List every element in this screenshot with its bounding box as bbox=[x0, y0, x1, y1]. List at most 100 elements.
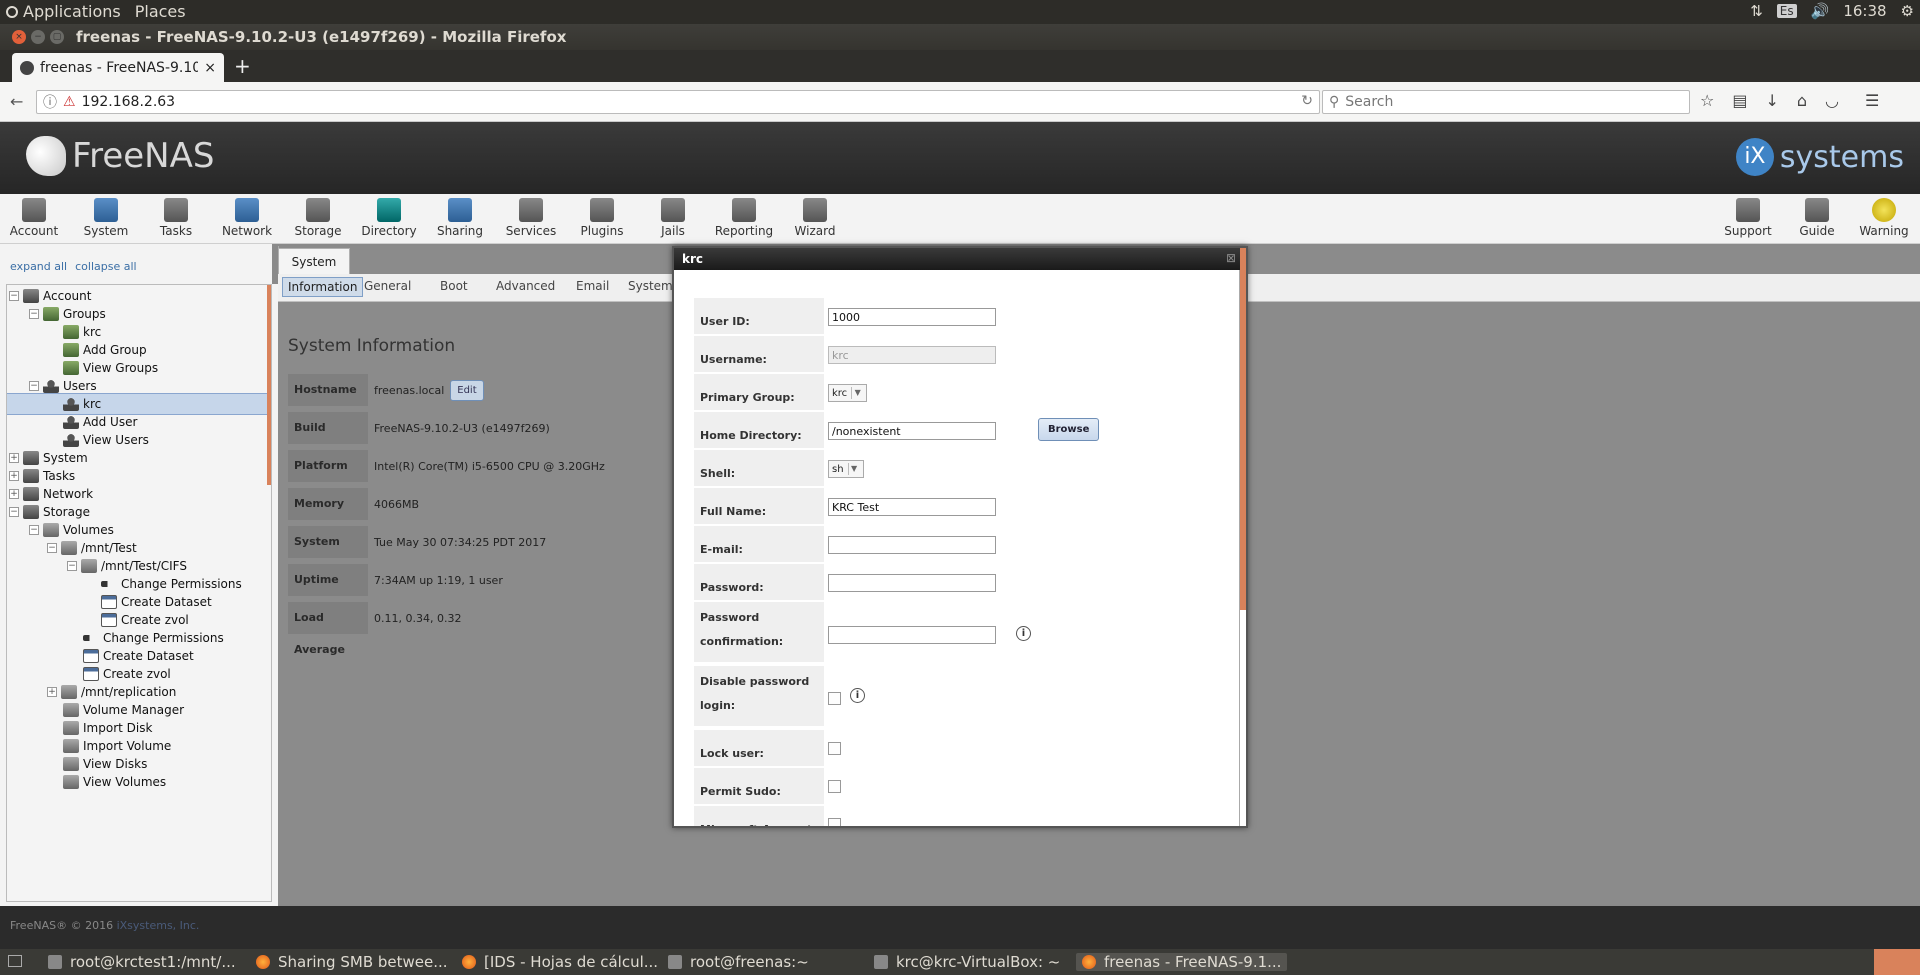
toolbar-services[interactable]: Services bbox=[499, 198, 563, 238]
full-name-input[interactable]: KRC Test bbox=[828, 498, 996, 516]
toolbar-wizard[interactable]: Wizard bbox=[783, 198, 847, 238]
shell-select[interactable]: sh ▼ bbox=[828, 460, 864, 478]
toolbar-directory[interactable]: Directory bbox=[357, 198, 421, 238]
collapse-toggle[interactable]: − bbox=[29, 381, 39, 391]
toolbar-label: Guide bbox=[1799, 224, 1835, 238]
toolbar-account[interactable]: Account bbox=[2, 198, 66, 238]
applications-menu[interactable]: Applications bbox=[6, 2, 121, 21]
user-id-input[interactable]: 1000 bbox=[828, 308, 996, 326]
subtab-advanced[interactable]: Advanced bbox=[496, 279, 555, 293]
tab-system[interactable]: System bbox=[278, 248, 350, 274]
expand-toggle[interactable]: + bbox=[9, 489, 19, 499]
home-directory-input[interactable]: /nonexistent bbox=[828, 422, 996, 440]
toolbar-sharing[interactable]: Sharing bbox=[428, 198, 492, 238]
tree-label: Create Dataset bbox=[121, 595, 212, 609]
expand-toggle[interactable]: + bbox=[9, 471, 19, 481]
microsoft-account-checkbox[interactable] bbox=[828, 818, 841, 826]
info-icon[interactable]: ⓘ bbox=[43, 92, 57, 112]
pocket-icon[interactable]: ◡ bbox=[1825, 91, 1839, 110]
info-icon[interactable]: i bbox=[1016, 626, 1031, 641]
subtab-information[interactable]: Information bbox=[282, 277, 364, 297]
subtab-email[interactable]: Email bbox=[576, 279, 609, 293]
toolbar-support[interactable]: Support bbox=[1716, 198, 1780, 238]
toolbar-network[interactable]: Network bbox=[215, 198, 279, 238]
password-confirmation-input[interactable] bbox=[828, 626, 996, 644]
navigation-tree: − Account − Groups krc Add Group View Grou… bbox=[6, 284, 272, 902]
collapse-toggle[interactable]: − bbox=[29, 309, 39, 319]
collapse-all-link[interactable]: collapse all bbox=[75, 260, 136, 273]
search-box[interactable]: ⚲ Search bbox=[1322, 90, 1690, 114]
toolbar-storage[interactable]: Storage bbox=[286, 198, 350, 238]
freenas-logo: FreeNAS bbox=[26, 136, 214, 176]
window-close-button[interactable]: × bbox=[12, 30, 26, 44]
downloads-icon[interactable]: ↓ bbox=[1765, 91, 1778, 110]
password-input[interactable] bbox=[828, 574, 996, 592]
form-row-password: Password: bbox=[694, 564, 1234, 600]
toolbar-system[interactable]: System bbox=[74, 198, 138, 238]
primary-group-select[interactable]: krc ▼ bbox=[828, 384, 868, 402]
window-minimize-button[interactable]: − bbox=[31, 30, 45, 44]
subtab-general[interactable]: General bbox=[364, 279, 411, 293]
collapse-toggle[interactable]: − bbox=[67, 561, 77, 571]
places-menu[interactable]: Places bbox=[135, 2, 186, 21]
volume-icon bbox=[61, 541, 77, 555]
taskbar-item[interactable]: root@krctest1:/mnt/... bbox=[48, 953, 236, 971]
directory-icon bbox=[377, 198, 401, 222]
home-icon[interactable]: ⌂ bbox=[1797, 91, 1807, 110]
reload-icon[interactable]: ↻ bbox=[1301, 93, 1313, 109]
info-icon[interactable]: i bbox=[850, 688, 865, 703]
hamburger-menu-icon[interactable]: ☰ bbox=[1865, 91, 1879, 110]
taskbar-item[interactable]: krc@krc-VirtualBox: ~ bbox=[874, 953, 1060, 971]
firefox-icon bbox=[1082, 955, 1096, 969]
toolbar-reporting[interactable]: Reporting bbox=[712, 198, 776, 238]
tree-scrollbar[interactable] bbox=[267, 285, 271, 485]
lock-user-checkbox[interactable] bbox=[828, 742, 841, 755]
dialog-close-icon[interactable]: ⊠ bbox=[1226, 251, 1236, 265]
taskbar-item-active[interactable]: freenas - FreeNAS-9.1... bbox=[1076, 953, 1288, 971]
volume-icon[interactable]: 🔊 bbox=[1811, 2, 1830, 20]
toolbar-jails[interactable]: Jails bbox=[641, 198, 705, 238]
tree-label: Create zvol bbox=[103, 667, 171, 681]
insecure-lock-icon[interactable]: ⚠ bbox=[63, 94, 76, 110]
taskbar-item[interactable]: [IDS - Hojas de cálcul... bbox=[462, 953, 658, 971]
toolbar-guide[interactable]: Guide bbox=[1785, 198, 1849, 238]
collapse-toggle[interactable]: − bbox=[47, 543, 57, 553]
tab-close-icon[interactable]: × bbox=[204, 60, 216, 76]
network-transfer-icon[interactable]: ⇅ bbox=[1750, 2, 1763, 20]
expand-toggle[interactable]: + bbox=[9, 453, 19, 463]
keyboard-layout-indicator[interactable]: Es bbox=[1776, 4, 1797, 18]
toolbar-tasks[interactable]: Tasks bbox=[144, 198, 208, 238]
browser-tab[interactable]: freenas - FreeNAS-9.10 × bbox=[12, 53, 224, 82]
collapse-toggle[interactable]: − bbox=[9, 507, 19, 517]
new-tab-button[interactable]: + bbox=[234, 54, 251, 78]
url-bar[interactable]: ⓘ ⚠ 192.168.2.63 ↻ bbox=[36, 90, 1320, 114]
edit-hostname-button[interactable]: Edit bbox=[450, 379, 484, 401]
browse-button[interactable]: Browse bbox=[1038, 418, 1100, 441]
expand-toggle[interactable]: + bbox=[47, 687, 57, 697]
taskbar-item[interactable]: root@freenas:~ bbox=[668, 953, 809, 971]
disable-password-login-checkbox[interactable] bbox=[828, 692, 841, 705]
workspace-switcher[interactable] bbox=[1874, 949, 1920, 975]
wizard-icon bbox=[803, 198, 827, 222]
back-arrow-icon[interactable]: ← bbox=[10, 92, 23, 111]
url-text[interactable]: 192.168.2.63 bbox=[82, 94, 176, 110]
taskbar-item[interactable]: Sharing SMB betwee... bbox=[256, 953, 448, 971]
tree-item[interactable]: View Volumes bbox=[63, 771, 166, 793]
tree-label: Groups bbox=[63, 307, 106, 321]
expand-all-link[interactable]: expand all bbox=[10, 260, 67, 273]
bookmark-star-icon[interactable]: ☆ bbox=[1700, 91, 1714, 110]
window-maximize-button[interactable]: ▢ bbox=[50, 30, 64, 44]
footer-link[interactable]: iXsystems, Inc. bbox=[117, 919, 200, 932]
collapse-toggle[interactable]: − bbox=[9, 291, 19, 301]
subtab-boot[interactable]: Boot bbox=[440, 279, 468, 293]
show-desktop-icon[interactable] bbox=[8, 955, 22, 967]
email-input[interactable] bbox=[828, 536, 996, 554]
session-gear-icon[interactable]: ⚙ bbox=[1901, 2, 1914, 20]
reading-list-icon[interactable]: ▤ bbox=[1732, 91, 1747, 110]
toolbar-warning[interactable]: Warning bbox=[1852, 198, 1916, 238]
dialog-scrollbar[interactable] bbox=[1240, 248, 1246, 610]
permit-sudo-checkbox[interactable] bbox=[828, 780, 841, 793]
clock[interactable]: 16:38 bbox=[1843, 2, 1886, 20]
collapse-toggle[interactable]: − bbox=[29, 525, 39, 535]
toolbar-plugins[interactable]: Plugins bbox=[570, 198, 634, 238]
